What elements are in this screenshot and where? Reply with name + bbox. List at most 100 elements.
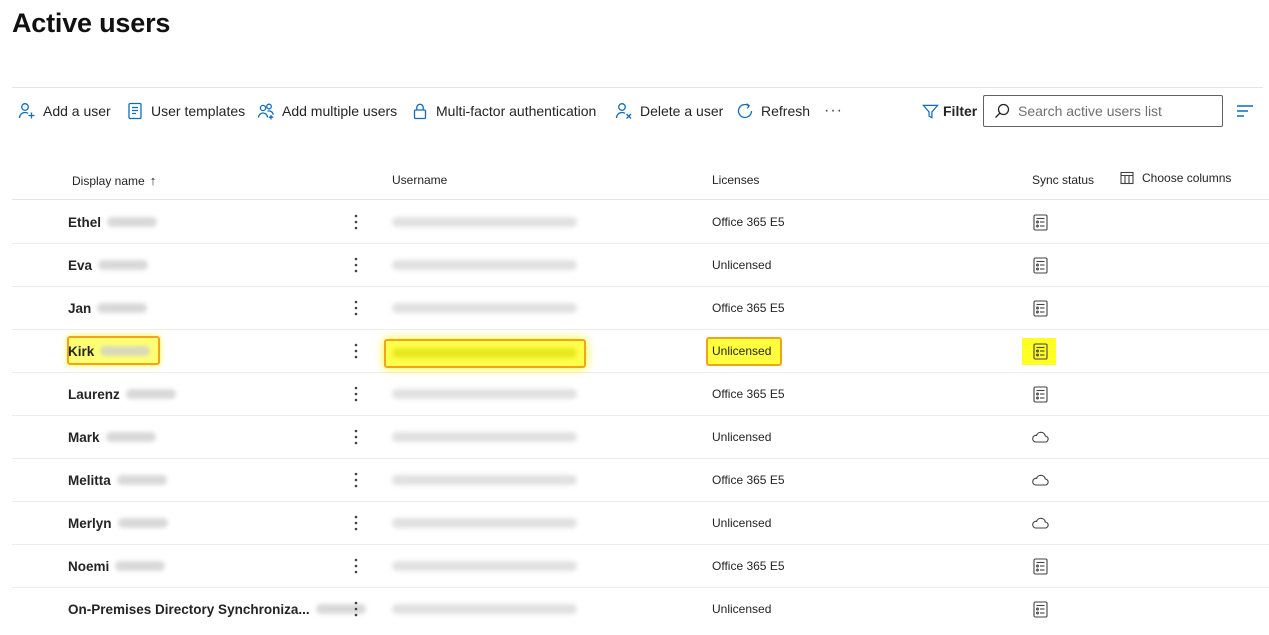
display-name-cell[interactable]: Noemi: [68, 545, 166, 587]
more-icon[interactable]: ···: [824, 94, 843, 128]
display-name: On-Premises Directory Synchroniza...: [68, 601, 310, 617]
display-name-cell[interactable]: Laurenz: [68, 373, 176, 415]
display-name: Kirk: [68, 343, 95, 359]
refresh-icon: [737, 103, 753, 119]
table-row[interactable]: Laurenz Office 365 E5: [12, 373, 1269, 416]
add-user-button[interactable]: Add a user: [18, 94, 111, 128]
display-name-cell[interactable]: Melitta: [68, 459, 167, 501]
column-header-username[interactable]: Username: [392, 173, 447, 187]
row-more-actions-icon[interactable]: [346, 470, 366, 490]
person-delete-icon: [615, 103, 632, 119]
directory-synced-icon: [1031, 600, 1049, 618]
display-name-cell[interactable]: Eva: [68, 244, 149, 286]
table-row[interactable]: Mark Unlicensed: [12, 416, 1269, 459]
redacted-surname: [117, 518, 168, 528]
redacted-username: [392, 217, 577, 227]
row-more-actions-icon[interactable]: [346, 341, 366, 361]
display-name: Eva: [68, 257, 93, 273]
directory-synced-icon: [1031, 213, 1049, 231]
redacted-surname: [125, 389, 176, 399]
display-name: Mark: [68, 429, 100, 445]
sort-ascending-icon: ↑: [149, 173, 157, 188]
divider: [12, 87, 1263, 88]
display-name: Jan: [68, 300, 92, 316]
redacted-username: [392, 389, 577, 399]
row-more-actions-icon[interactable]: [346, 513, 366, 533]
row-more-actions-icon[interactable]: [346, 427, 366, 447]
redacted-username: [392, 561, 577, 571]
redacted-surname: [98, 260, 149, 270]
display-name-cell[interactable]: Kirk: [68, 330, 151, 372]
add-multiple-users-button[interactable]: Add multiple users: [257, 94, 397, 128]
table-row[interactable]: Eva Unlicensed: [12, 244, 1269, 287]
license-cell: Office 365 E5: [712, 387, 785, 401]
row-more-actions-icon[interactable]: [346, 255, 366, 275]
license-cell: Unlicensed: [712, 602, 772, 616]
table-row[interactable]: Merlyn Unlicensed: [12, 502, 1269, 545]
template-icon: [128, 102, 142, 120]
license-cell: Office 365 E5: [712, 301, 785, 315]
display-name: Noemi: [68, 558, 110, 574]
refresh-label: Refresh: [761, 103, 811, 119]
refresh-button[interactable]: Refresh: [736, 94, 810, 128]
row-more-actions-icon[interactable]: [346, 599, 366, 619]
display-name-cell[interactable]: Jan: [68, 287, 148, 329]
directory-synced-icon: [1031, 342, 1049, 360]
directory-synced-icon: [1031, 299, 1049, 317]
redacted-surname: [116, 475, 167, 485]
filter-button[interactable]: Filter: [922, 94, 977, 128]
display-name: Ethel: [68, 214, 102, 230]
license-cell: Unlicensed: [712, 430, 772, 444]
display-name: Laurenz: [68, 386, 120, 402]
page-title: Active users: [12, 8, 171, 38]
redacted-username: [392, 475, 577, 485]
display-name: Melitta: [68, 472, 111, 488]
list-view-icon[interactable]: [1234, 100, 1256, 122]
display-name-cell[interactable]: Mark: [68, 416, 156, 458]
filter-icon: [922, 104, 939, 119]
table-row[interactable]: Melitta Office 365 E5: [12, 459, 1269, 502]
table-row[interactable]: Ethel Office 365 E5: [12, 201, 1269, 244]
add-multiple-users-label: Add multiple users: [282, 103, 398, 119]
row-more-actions-icon[interactable]: [346, 556, 366, 576]
delete-user-label: Delete a user: [640, 103, 724, 119]
row-more-actions-icon[interactable]: [346, 384, 366, 404]
search-input[interactable]: [1018, 103, 1208, 119]
mfa-label: Multi-factor authentication: [436, 103, 597, 119]
column-header-licenses[interactable]: Licenses: [712, 173, 759, 187]
display-name: Merlyn: [68, 515, 112, 531]
user-templates-button[interactable]: User templates: [126, 94, 245, 128]
delete-user-button[interactable]: Delete a user: [615, 94, 723, 128]
license-cell: Unlicensed: [712, 258, 772, 272]
table-row[interactable]: Jan Office 365 E5: [12, 287, 1269, 330]
redacted-surname: [105, 432, 156, 442]
redacted-surname: [97, 303, 148, 313]
choose-columns-label: Choose columns: [1142, 171, 1232, 185]
row-more-actions-icon[interactable]: [346, 212, 366, 232]
users-table-body: Ethel Office 365 E5 Eva Unlicensed Jan Office…: [12, 201, 1269, 631]
mfa-button[interactable]: Multi-factor authentication: [411, 94, 596, 128]
redacted-username: [392, 348, 577, 358]
column-header-sync-status[interactable]: Sync status: [1032, 173, 1094, 187]
license-cell: Office 365 E5: [712, 473, 785, 487]
directory-synced-icon: [1031, 557, 1049, 575]
license-cell: Office 365 E5: [712, 215, 785, 229]
table-row[interactable]: Kirk Unlicensed: [12, 330, 1269, 373]
redacted-username: [392, 604, 577, 614]
display-name-cell[interactable]: On-Premises Directory Synchroniza...: [68, 588, 366, 630]
redacted-surname: [115, 561, 166, 571]
search-box[interactable]: [983, 95, 1223, 127]
choose-columns-button[interactable]: Choose columns: [1120, 171, 1231, 185]
cloud-icon: [1031, 428, 1049, 446]
redacted-username: [392, 260, 577, 270]
redacted-surname: [100, 346, 151, 356]
search-icon: [995, 103, 1010, 118]
redacted-surname: [107, 217, 158, 227]
add-person-icon: [18, 103, 35, 119]
table-row[interactable]: On-Premises Directory Synchroniza... Unli…: [12, 588, 1269, 631]
display-name-cell[interactable]: Merlyn: [68, 502, 168, 544]
table-row[interactable]: Noemi Office 365 E5: [12, 545, 1269, 588]
display-name-cell[interactable]: Ethel: [68, 201, 158, 243]
row-more-actions-icon[interactable]: [346, 298, 366, 318]
column-header-display-name[interactable]: Display name ↑: [72, 173, 156, 188]
